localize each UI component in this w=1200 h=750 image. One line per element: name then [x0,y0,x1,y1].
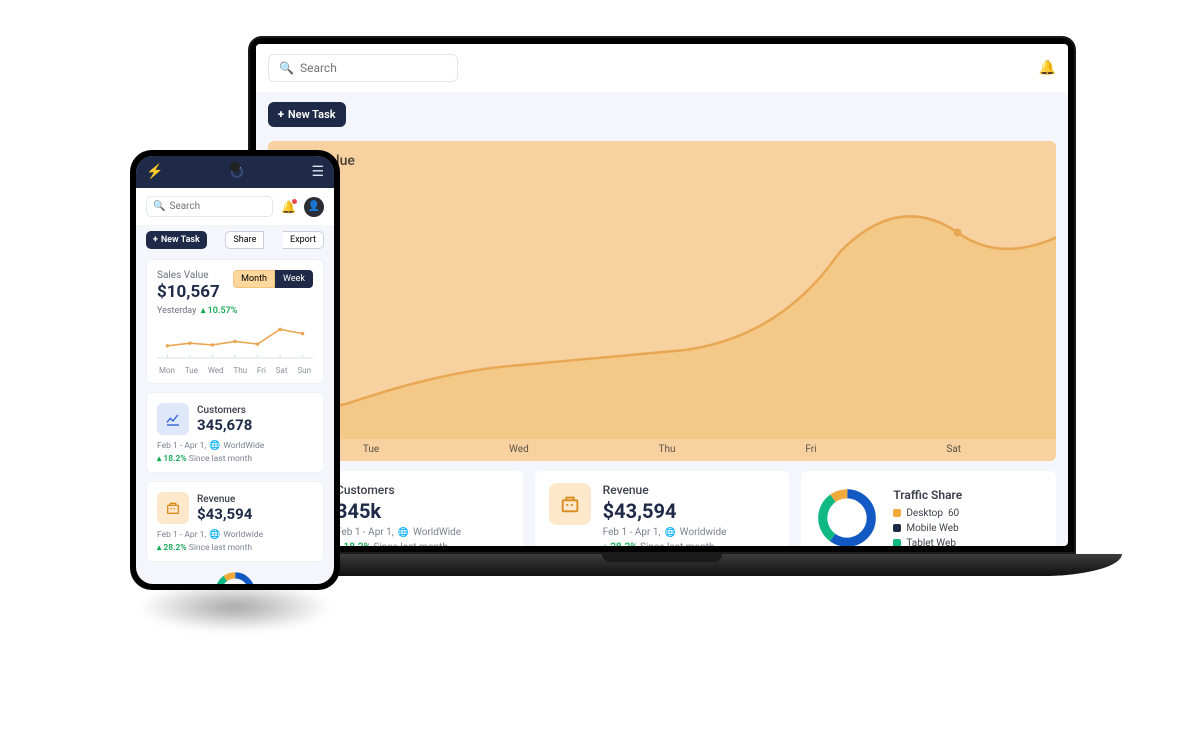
chart-x-axis: Tue Wed Thu Fri Sat [268,444,1056,455]
customers-value: 345,678 [197,416,252,434]
up-arrow-icon: ▴ 10.57% [201,306,238,316]
sales-delta: Yesterday ▴ 10.57% [157,306,313,316]
export-button[interactable]: Export [283,231,324,249]
mini-chart-x-axis: MonTueWedThuFriSatSun [157,366,313,375]
toggle-week[interactable]: Week [275,270,313,288]
customers-card: Customers 345,678 Feb 1 - Apr 1, 🌐 World… [146,392,324,473]
up-arrow-icon: ▴ 28.2% [157,543,187,553]
search-box[interactable]: 🔍 [146,196,273,217]
revenue-value: $43,594 [197,505,252,523]
mini-line-chart [157,316,313,360]
traffic-legend: Traffic Share Desktop 60 Mobile Web Tabl… [893,488,962,547]
cash-register-icon [157,492,189,524]
revenue-delta: ▴ 28.2% Since last month [603,542,776,546]
laptop-header: 🔍 🔔 [256,44,1068,92]
donut-chart [815,486,879,546]
globe-icon: 🌐 [398,528,409,538]
phone-header: 🔍 🔔 👤 [136,188,334,225]
revenue-card: Revenue $43,594 Feb 1 - Apr 1, 🌐 Worldwi… [535,471,790,546]
revenue-range: Feb 1 - Apr 1, 🌐 Worldwide [603,527,776,538]
revenue-label: Revenue [197,494,252,505]
chart-icon [157,403,189,435]
phone-screen: ⚡ ☰ 🔍 🔔 👤 + New Task Share Export S [136,156,334,584]
stat-cards-row: Customers 345k Feb 1 - Apr 1, 🌐 WorldWid… [268,471,1056,546]
plus-icon: + [278,108,284,121]
globe-icon: 🌐 [664,528,675,538]
up-arrow-icon: ▴ 18.2% [336,542,371,546]
share-button[interactable]: Share [225,231,264,249]
bell-icon[interactable]: 🔔 [1039,60,1056,76]
x-tick: Fri [805,444,816,455]
x-tick: Sat [946,444,961,455]
x-tick: Thu [659,444,676,455]
loading-icon [231,166,243,178]
customers-delta: ▴ 18.2% Since last month [336,542,509,546]
customers-delta: ▴ 18.2% Since last month [157,454,313,464]
new-task-label: New Task [161,235,200,245]
sales-value: $10,567 [157,282,220,302]
revenue-value: $43,594 [603,499,776,523]
sales-value-chart: Sales Value Tue Wed Thu Fri Sat [268,141,1056,461]
bell-icon[interactable]: 🔔 [281,200,296,214]
customers-range: Feb 1 - Apr 1, 🌐 WorldWide [336,527,509,538]
menu-icon[interactable]: ☰ [311,164,324,180]
laptop-device: 🔍 🔔 + New Task Sales Value Tue Wed [248,36,1076,602]
period-toggle: Month Week [233,270,313,288]
revenue-card: Revenue $43,594 Feb 1 - Apr 1, 🌐 Worldwi… [146,481,324,562]
legend-mobile: Mobile Web [893,523,962,534]
cash-register-icon [549,483,591,525]
legend-desktop: Desktop 60 [893,508,962,519]
chart-title: Sales Value [282,153,1042,169]
search-input[interactable] [300,61,447,75]
revenue-range: Feb 1 - Apr 1, 🌐 Worldwide [157,530,313,540]
up-arrow-icon: ▴ 18.2% [157,454,187,464]
up-arrow-icon: ▴ 28.2% [603,542,638,546]
search-icon: 🔍 [153,201,165,212]
customers-label: Customers [336,483,509,497]
bolt-icon: ⚡ [146,164,163,180]
laptop-bezel: 🔍 🔔 + New Task Sales Value Tue Wed [248,36,1076,554]
new-task-label: New Task [288,108,336,121]
traffic-share-card: Traffic Share Desktop 60 Mobile Web Tabl… [801,471,1056,546]
phone-navbar: ⚡ ☰ [136,156,334,188]
traffic-donut-peek [146,570,324,584]
phone-device: ⚡ ☰ 🔍 🔔 👤 + New Task Share Export S [130,150,340,590]
x-tick: Wed [509,444,529,455]
customers-value: 345k [336,499,509,523]
laptop-screen: 🔍 🔔 + New Task Sales Value Tue Wed [256,44,1068,546]
globe-icon: 🌐 [209,441,220,451]
search-icon: 🔍 [279,61,294,75]
x-tick: Tue [363,444,379,455]
sales-title: Sales Value [157,270,220,281]
revenue-label: Revenue [603,483,776,497]
new-task-button[interactable]: + New Task [268,102,346,127]
phone-toolbar: + New Task Share Export [136,225,334,255]
globe-icon: 🌐 [209,530,220,540]
customers-label: Customers [197,405,252,416]
new-task-button[interactable]: + New Task [146,231,207,249]
search-input[interactable] [169,201,266,212]
search-box[interactable]: 🔍 [268,54,458,82]
plus-icon: + [153,235,158,245]
sales-line-svg [268,177,1056,439]
revenue-delta: ▴ 28.2% Since last month [157,543,313,553]
laptop-base [202,554,1122,576]
sales-value-card: Sales Value $10,567 Month Week Yesterday… [146,259,324,384]
avatar[interactable]: 👤 [304,197,324,217]
traffic-title: Traffic Share [893,488,962,502]
customers-range: Feb 1 - Apr 1, 🌐 WorldWide [157,441,313,451]
toggle-month[interactable]: Month [233,270,275,288]
legend-tablet: Tablet Web [893,538,962,547]
